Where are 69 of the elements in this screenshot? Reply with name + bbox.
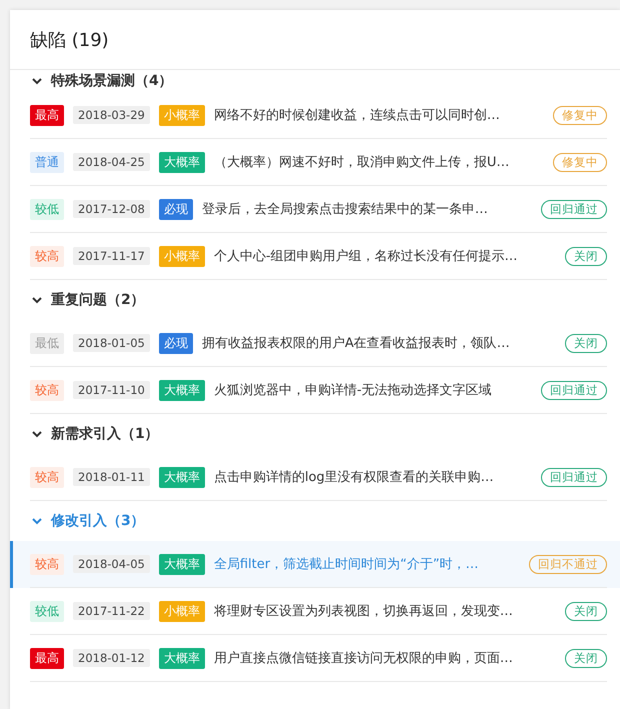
date-tag: 2018-01-11 (73, 468, 150, 486)
status-badge: 回归通过 (541, 200, 607, 218)
probability-tag: 小概率 (158, 104, 205, 126)
date-tag: 2018-04-05 (73, 555, 150, 573)
priority-tag: 最高 (30, 104, 64, 126)
defect-row[interactable]: 最高 2018-03-29 小概率 网络不好的时候创建收益，连续点击可以同时创… 修复中 (10, 92, 620, 139)
status-badge: 关闭 (565, 246, 607, 266)
status-badge: 修复中 (553, 106, 607, 124)
defect-title: 火狐浏览器中，申购详情-无法拖动选择文字区域 (214, 382, 493, 399)
defect-row[interactable]: 较高 2018-01-11 大概率 点击申购详情的log里没有权限查看的关联申购… 回归通过 (10, 454, 620, 501)
date-tag: 2018-01-05 (73, 334, 150, 352)
defect-title: 拥有收益报表权限的用户A在查看收益报表时，领队… (202, 335, 511, 352)
date-tag: 2018-01-12 (73, 649, 150, 667)
defect-row[interactable]: 较高 2018-04-05 大概率 全局filter，筛选截止时间时间为“介于”时，… 回归不通过 (10, 541, 620, 588)
chevron-icon (32, 430, 42, 438)
priority-tag: 较高 (30, 466, 64, 488)
probability-tag: 必现 (158, 198, 193, 220)
chevron-icon (32, 296, 42, 304)
defect-row[interactable]: 较高 2017-11-10 大概率 火狐浏览器中，申购详情-无法拖动选择文字区域 回归通过 (10, 367, 620, 414)
group-header[interactable]: 特殊场景漏测（4） (10, 70, 620, 92)
status-badge: 修复中 (553, 152, 607, 172)
priority-tag: 普通 (30, 152, 64, 172)
probability-tag: 大概率 (158, 466, 205, 488)
priority-tag: 最低 (30, 332, 64, 354)
date-tag: 2018-04-25 (73, 153, 150, 171)
status-badge: 回归不通过 (529, 554, 607, 574)
defect-title: 全局filter，筛选截止时间时间为“介于”时，… (214, 556, 480, 573)
panel-title: 缺陷 (19) (30, 28, 109, 52)
probability-tag: 大概率 (158, 152, 205, 172)
date-tag: 2017-11-22 (73, 602, 150, 620)
defect-title: 将理财专区设置为列表视图，切换再返回，发现变… (214, 603, 514, 620)
priority-tag: 最高 (30, 648, 64, 668)
status-badge: 关闭 (565, 648, 607, 668)
probability-tag: 大概率 (158, 380, 205, 400)
priority-tag: 较低 (30, 600, 64, 622)
priority-tag: 较高 (30, 246, 64, 266)
chevron-icon (32, 78, 42, 84)
date-tag: 2018-03-29 (73, 106, 150, 124)
date-tag: 2017-11-10 (73, 381, 150, 399)
defect-row[interactable]: 普通 2018-04-25 大概率 （大概率）网速不好时，取消申购文件上传，报U… 修复中 (10, 139, 620, 186)
group-header[interactable]: 新需求引入（1） (10, 414, 620, 454)
probability-tag: 必现 (158, 332, 193, 354)
defect-row[interactable]: 较低 2017-11-22 小概率 将理财专区设置为列表视图，切换再返回，发现变… 关闭 (10, 588, 620, 635)
defect-title: 用户直接点微信链接直接访问无权限的申购，页面… (214, 650, 514, 667)
defect-title: 网络不好的时候创建收益，连续点击可以同时创… (214, 107, 501, 124)
status-badge: 回归通过 (541, 380, 607, 400)
priority-tag: 较高 (30, 554, 64, 574)
probability-tag: 大概率 (158, 554, 205, 574)
status-badge: 关闭 (565, 602, 607, 620)
status-badge: 回归通过 (541, 468, 607, 486)
priority-tag: 较低 (30, 198, 64, 220)
priority-tag: 较高 (30, 380, 64, 400)
chevron-icon (32, 518, 42, 524)
date-tag: 2017-11-17 (73, 247, 150, 265)
status-badge: 关闭 (565, 334, 607, 352)
defect-title: （大概率）网速不好时，取消申购文件上传，报U… (214, 154, 510, 171)
group-header[interactable]: 重复问题（2） (10, 280, 620, 320)
defect-row[interactable]: 较低 2017-12-08 必现 登录后，去全局搜索点击搜索结果中的某一条申… 回归通过 (10, 186, 620, 233)
probability-tag: 小概率 (158, 600, 205, 622)
probability-tag: 小概率 (158, 246, 205, 266)
defect-title: 登录后，去全局搜索点击搜索结果中的某一条申… (202, 201, 489, 218)
date-tag: 2017-12-08 (73, 200, 150, 218)
defect-row[interactable]: 较高 2017-11-17 小概率 个人中心-组团申购用户组，名称过长没有任何提示… 关闭 (10, 233, 620, 280)
probability-tag: 大概率 (158, 648, 205, 668)
group-header[interactable]: 修改引入（3） (10, 501, 620, 541)
defect-row[interactable]: 最高 2018-01-12 大概率 用户直接点微信链接直接访问无权限的申购，页面… 关闭 (10, 635, 620, 682)
defect-title: 个人中心-组团申购用户组，名称过长没有任何提示… (214, 248, 519, 265)
defect-row[interactable]: 最低 2018-01-05 必现 拥有收益报表权限的用户A在查看收益报表时，领队… 关闭 (10, 320, 620, 367)
defect-title: 点击申购详情的log里没有权限查看的关联申购… (214, 469, 495, 486)
